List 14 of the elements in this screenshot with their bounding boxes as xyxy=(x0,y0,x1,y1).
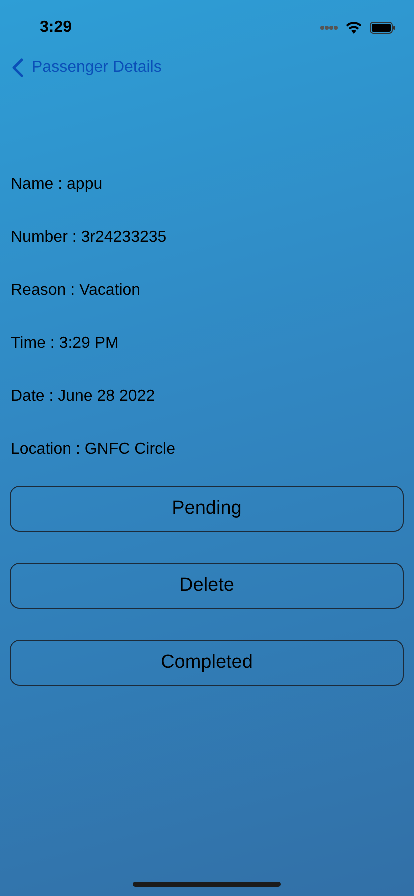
back-chevron-icon xyxy=(12,58,24,78)
detail-text: Time : 3:29 PM xyxy=(11,334,120,354)
wifi-icon xyxy=(346,22,362,34)
status-time: 3:29 xyxy=(40,18,72,38)
detail-text: Location : GNFC Circle xyxy=(11,440,176,460)
action-button[interactable]: Delete xyxy=(10,563,404,609)
signal-icon xyxy=(320,25,338,31)
detail-text: Reason : Vacation xyxy=(11,281,142,301)
battery-icon xyxy=(370,22,396,34)
detail-text: Name : appu xyxy=(11,175,104,195)
action-button[interactable]: Pending xyxy=(10,486,404,532)
detail-text: Date : June 28 2022 xyxy=(11,387,156,407)
detail-text: Number : 3r24233235 xyxy=(11,228,168,248)
action-button[interactable]: Completed xyxy=(10,640,404,686)
